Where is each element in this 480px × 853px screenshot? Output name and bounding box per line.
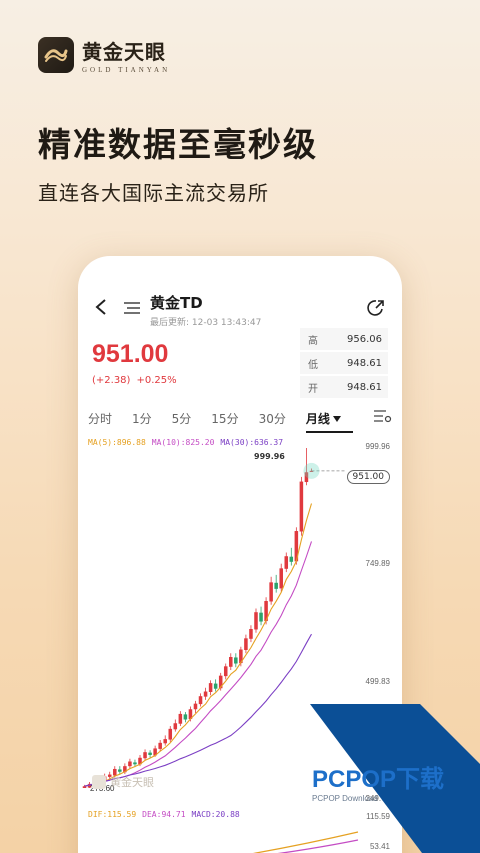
watermark-logo-icon bbox=[92, 775, 106, 789]
candle-body bbox=[274, 582, 278, 589]
ma5-line bbox=[84, 503, 313, 787]
candle-body bbox=[213, 683, 218, 689]
axis-label-mid: 749.89 bbox=[365, 559, 390, 568]
candle-body bbox=[143, 752, 147, 759]
candle-body bbox=[193, 703, 198, 710]
macd-value: MACD:20.88 bbox=[191, 810, 240, 819]
candle-body bbox=[168, 728, 173, 740]
candle-body bbox=[128, 761, 132, 767]
high-marker-label: 999.96 bbox=[254, 452, 285, 461]
current-price-tag: 951.00 bbox=[346, 470, 390, 484]
price-stats: 高 956.06 低 948.61 开 948.61 bbox=[300, 328, 388, 400]
candle-body bbox=[254, 612, 258, 630]
candle-body bbox=[229, 656, 233, 667]
candle-body bbox=[133, 762, 137, 765]
candle-body bbox=[279, 568, 283, 589]
ma30-line bbox=[84, 633, 312, 787]
menu-icon[interactable] bbox=[124, 302, 140, 314]
candle-body bbox=[203, 691, 208, 697]
axis-label-top: 999.96 bbox=[365, 442, 390, 451]
last-updated: 最后更新: 12-03 13:43:47 bbox=[150, 318, 262, 328]
tab-5min[interactable]: 5分 bbox=[172, 410, 192, 427]
subline: 直连各大国际主流交易所 bbox=[38, 181, 269, 205]
candle-body bbox=[163, 739, 167, 744]
stat-open: 开 948.61 bbox=[300, 376, 388, 398]
candle-body bbox=[183, 714, 188, 720]
ma10-line bbox=[84, 541, 313, 787]
current-price-dot bbox=[303, 462, 320, 479]
candle-body bbox=[299, 481, 304, 532]
tab-15min[interactable]: 15分 bbox=[211, 410, 238, 427]
candle-body bbox=[259, 612, 263, 622]
candle-body bbox=[178, 713, 183, 724]
stat-low: 低 948.61 bbox=[300, 352, 388, 374]
tab-monthly[interactable]: 月线 bbox=[305, 410, 353, 433]
candle-body bbox=[284, 556, 289, 569]
macd-legend: DIF:115.59 DEA:94.71 MACD:20.88 bbox=[88, 810, 246, 819]
brand-logo-icon bbox=[38, 37, 74, 73]
brand-name-en: GOLD TIANYAN bbox=[82, 66, 171, 74]
candle-body bbox=[234, 657, 238, 664]
pcpop-subtitle: PCPOP Download bbox=[312, 794, 378, 803]
candle-body bbox=[82, 786, 87, 788]
brand-name: 黄金天眼 bbox=[82, 40, 166, 64]
pcpop-watermark: PCPOP下载 PCPOP Download bbox=[310, 704, 480, 853]
ma30-label: MA(30):636.37 bbox=[220, 438, 284, 447]
candle-body bbox=[208, 683, 213, 692]
nav-bar: 黄金TD 最后更新: 12-03 13:43:47 bbox=[92, 290, 388, 330]
chart-watermark: 黄金天眼 bbox=[92, 774, 154, 790]
candle-body bbox=[173, 723, 178, 730]
chart-settings-icon[interactable] bbox=[374, 408, 392, 424]
period-tabs: 分时 1分 5分 15分 30分 月线 bbox=[78, 404, 402, 433]
macd-dea: DEA:94.71 bbox=[142, 810, 186, 819]
share-icon[interactable] bbox=[366, 298, 386, 318]
candle-body bbox=[269, 582, 273, 602]
brand: 黄金天眼 GOLD TIANYAN bbox=[38, 36, 170, 74]
macd-dif: DIF:115.59 bbox=[88, 810, 137, 819]
pcpop-title: PCPOP下载 bbox=[312, 766, 444, 793]
chevron-down-icon bbox=[332, 416, 341, 422]
instrument-title: 黄金TD bbox=[150, 294, 203, 312]
candle-body bbox=[118, 769, 122, 772]
ma5-label: MA(5):896.88 bbox=[88, 438, 146, 447]
candle-body bbox=[244, 638, 248, 650]
candle-body bbox=[148, 752, 152, 755]
candle-body bbox=[223, 666, 228, 677]
candle-body bbox=[289, 556, 294, 562]
tab-timeshare[interactable]: 分时 bbox=[88, 410, 112, 427]
change-pct: +0.25% bbox=[136, 375, 177, 386]
candle-body bbox=[198, 696, 203, 705]
stat-high: 高 956.06 bbox=[300, 328, 388, 350]
current-price: 951.00 bbox=[92, 340, 169, 368]
headline: 精准数据至毫秒级 bbox=[38, 125, 318, 164]
ma-legend: MA(5):896.88 MA(10):825.20 MA(30):636.37 bbox=[88, 438, 289, 447]
tab-30min[interactable]: 30分 bbox=[259, 410, 286, 427]
axis-label-low: 499.83 bbox=[365, 677, 390, 686]
ma10-label: MA(10):825.20 bbox=[151, 438, 215, 447]
back-arrow-icon[interactable] bbox=[94, 298, 108, 316]
price-change: (+2.38) +0.25% bbox=[92, 375, 183, 386]
tab-1min[interactable]: 1分 bbox=[132, 410, 152, 427]
change-abs: (+2.38) bbox=[92, 375, 131, 386]
candle-body bbox=[249, 629, 253, 639]
candle-body bbox=[158, 742, 162, 749]
